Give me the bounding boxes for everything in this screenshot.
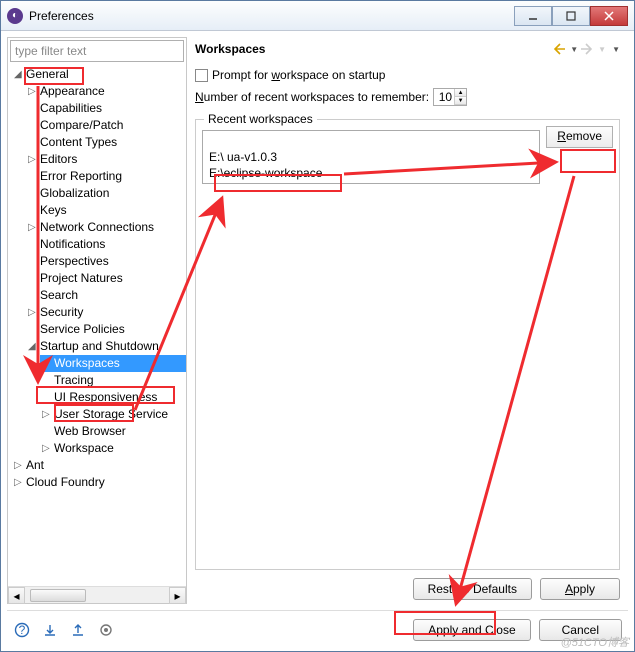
apply-and-close-button[interactable]: Apply and Close [413, 619, 530, 641]
list-item[interactable]: E:\ ua-v1.0.3 [203, 149, 539, 165]
window-titlebar: ◐ Preferences [1, 1, 634, 31]
tree-item[interactable]: ▷Workspace [40, 440, 186, 457]
svg-text:?: ? [19, 623, 26, 637]
restore-defaults-button[interactable]: Restore Defaults [413, 578, 532, 600]
close-button[interactable] [590, 6, 628, 26]
spin-up-icon[interactable]: ▲ [454, 89, 466, 97]
apply-button[interactable]: Apply [540, 578, 620, 600]
nav-back-icon[interactable] [552, 41, 568, 57]
tree-item-general[interactable]: ◢General [12, 66, 186, 83]
prompt-checkbox[interactable] [195, 69, 208, 82]
number-label: Number of recent workspaces to remember: [195, 90, 429, 104]
help-icon[interactable]: ? [13, 621, 31, 639]
tree-pane: type filter text ◢General ▷AppearanceCap… [7, 37, 187, 604]
tree-item[interactable]: ▷Editors [26, 151, 186, 168]
tree-item[interactable]: Compare/Patch [26, 117, 186, 134]
watermark: @51CTO博客 [561, 634, 629, 650]
tree-item[interactable]: Service Policies [26, 321, 186, 338]
maximize-button[interactable] [552, 6, 590, 26]
number-input[interactable] [434, 89, 454, 105]
scroll-right-icon[interactable]: ▸ [169, 587, 186, 604]
tree-item[interactable]: ▷Network Connections [26, 219, 186, 236]
app-icon: ◐ [7, 8, 23, 24]
scroll-left-icon[interactable]: ◂ [8, 587, 25, 604]
tree-item[interactable]: Keys [26, 202, 186, 219]
number-spinner[interactable]: ▲▼ [433, 88, 467, 106]
prompt-label: Prompt for workspace on startup [212, 68, 385, 82]
import-icon[interactable] [41, 621, 59, 639]
tree-h-scrollbar[interactable]: ◂ ▸ [8, 586, 186, 603]
tree-item[interactable]: ▷Appearance [26, 83, 186, 100]
list-item[interactable]: E:\eclipse-workspace [203, 165, 539, 181]
tree-item[interactable]: Content Types [26, 134, 186, 151]
tree-item[interactable]: Perspectives [26, 253, 186, 270]
settings-pane: Workspaces ▼ ▼ ▼ Prompt for workspace on… [191, 37, 628, 604]
list-item[interactable] [203, 133, 539, 149]
tree-item[interactable]: ▷User Storage Service [40, 406, 186, 423]
tree-item[interactable]: Capabilities [26, 100, 186, 117]
tree-item[interactable]: ▷Security [26, 304, 186, 321]
remove-button[interactable]: Remove [546, 126, 613, 148]
dropdown-icon[interactable]: ▼ [598, 45, 606, 54]
tree-item[interactable]: Globalization [26, 185, 186, 202]
tree-item-cloud[interactable]: ▷Cloud Foundry [12, 474, 186, 491]
tree-item[interactable]: Web Browser [40, 423, 186, 440]
tree-item[interactable]: Notifications [26, 236, 186, 253]
recent-workspaces-list[interactable]: E:\ ua-v1.0.3E:\eclipse-workspace [202, 130, 540, 184]
tree-item[interactable]: Error Reporting [26, 168, 186, 185]
tree-item-workspaces[interactable]: Workspaces [40, 355, 186, 372]
tree-item-ant[interactable]: ▷Ant [12, 457, 186, 474]
minimize-button[interactable] [514, 6, 552, 26]
filter-input[interactable]: type filter text [10, 40, 184, 62]
scroll-thumb[interactable] [30, 589, 86, 602]
nav-forward-icon[interactable] [580, 41, 596, 57]
oomph-icon[interactable] [97, 621, 115, 639]
tree-item[interactable]: Search [26, 287, 186, 304]
dropdown-icon[interactable]: ▼ [570, 45, 578, 54]
export-icon[interactable] [69, 621, 87, 639]
recent-label: Recent workspaces [204, 112, 317, 126]
tree-item[interactable]: Project Natures [26, 270, 186, 287]
window-title: Preferences [29, 9, 514, 23]
spin-down-icon[interactable]: ▼ [454, 97, 466, 105]
tree-item[interactable]: Tracing [40, 372, 186, 389]
preferences-tree[interactable]: ◢General ▷AppearanceCapabilitiesCompare/… [10, 66, 186, 584]
tree-item[interactable]: UI Responsiveness [40, 389, 186, 406]
tree-item-startup[interactable]: ◢Startup and Shutdown [26, 338, 186, 355]
menu-icon[interactable]: ▼ [612, 45, 620, 54]
page-title: Workspaces [195, 42, 552, 56]
